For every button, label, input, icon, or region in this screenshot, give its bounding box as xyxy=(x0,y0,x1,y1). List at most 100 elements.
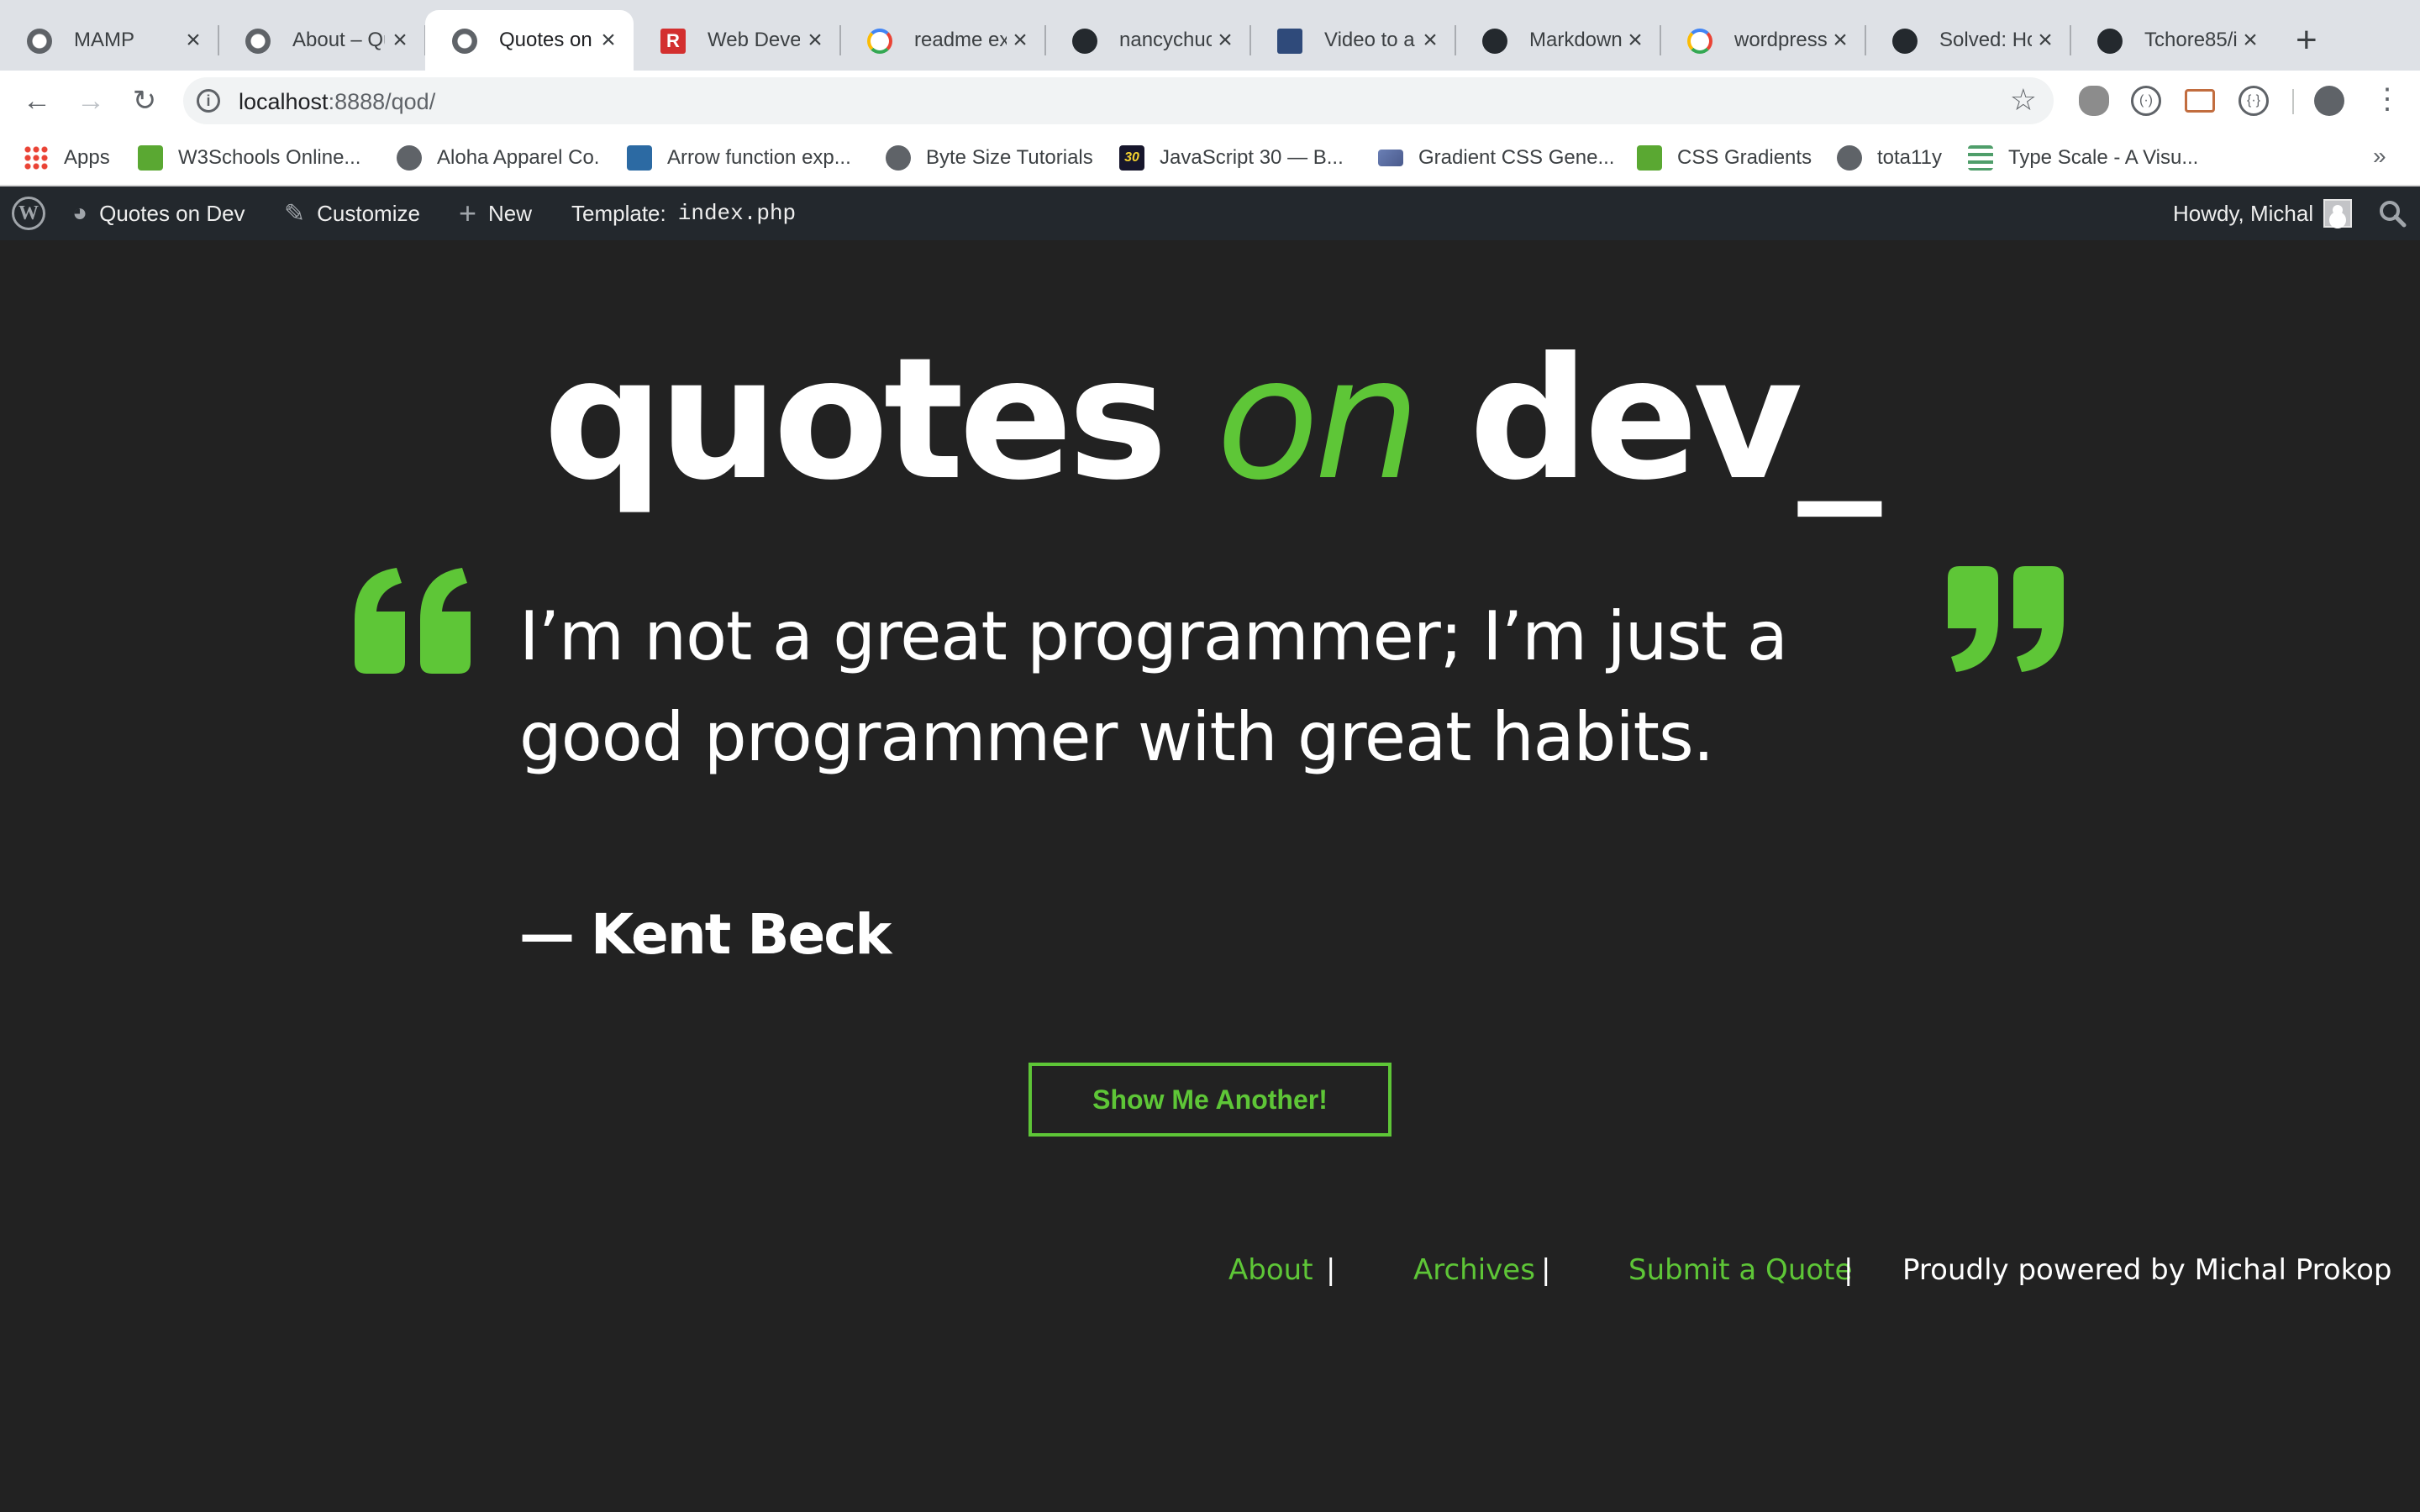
dashboard-icon: ◕ xyxy=(72,199,88,227)
close-icon[interactable]: × xyxy=(1417,27,1444,54)
globe-icon xyxy=(397,145,422,171)
tab-about[interactable]: About – Qu × xyxy=(218,10,426,71)
tab-quotes-on-dev[interactable]: Quotes on × xyxy=(425,10,634,71)
admin-template-info[interactable]: Template: index.php xyxy=(571,186,796,240)
close-icon[interactable]: × xyxy=(180,27,207,54)
footer-nav: About xyxy=(1228,1243,1313,1297)
close-icon[interactable]: × xyxy=(1007,27,1034,54)
admin-new[interactable]: + New xyxy=(459,186,532,240)
bookmark-w3schools[interactable]: W3Schools Online... xyxy=(138,143,360,173)
arrow-bird-icon xyxy=(627,145,652,171)
profile-avatar-icon[interactable] xyxy=(2314,86,2344,116)
tab-title: Quotes on xyxy=(499,29,592,51)
bookmark-arrow-function[interactable]: Arrow function exp... xyxy=(627,143,851,173)
admin-customize[interactable]: ✎ Customize xyxy=(284,186,420,240)
admin-search[interactable] xyxy=(2378,186,2407,240)
site-title[interactable]: quotes on dev_ xyxy=(0,328,2420,512)
plus-icon: + xyxy=(459,196,477,230)
bookmark-gradient-css[interactable]: Gradient CSS Gene... xyxy=(1378,143,1614,173)
browser-tab-strip: MAMP × About – Qu × Quotes on × R Web De… xyxy=(0,0,2420,71)
admin-my-account[interactable]: Howdy, Michal xyxy=(2173,186,2353,240)
footer-link-archives[interactable]: Archives xyxy=(1413,1253,1535,1287)
wp-admin-bar: W ◕ Quotes on Dev ✎ Customize + New Temp… xyxy=(0,186,2420,240)
bookmark-css-gradients[interactable]: CSS Gradients xyxy=(1637,143,1812,173)
globe-icon xyxy=(27,29,52,54)
close-icon[interactable]: × xyxy=(595,27,622,54)
bookmark-type-scale[interactable]: Type Scale - A Visu... xyxy=(1968,143,2198,173)
footer-separator-wrap: | xyxy=(1844,1243,1853,1297)
wp-logo-menu[interactable]: W xyxy=(12,186,45,240)
github-icon xyxy=(2097,29,2123,54)
footer-archives-wrap: Archives xyxy=(1413,1243,1535,1297)
bookmark-javascript30[interactable]: 30 JavaScript 30 — B... xyxy=(1119,143,1344,173)
close-icon[interactable]: × xyxy=(2032,27,2059,54)
braces-extension-icon[interactable]: {·} xyxy=(2238,86,2269,116)
bug-extension-icon[interactable] xyxy=(2079,86,2109,116)
code-extension-icon[interactable]: (·) xyxy=(2131,86,2161,116)
globe-icon xyxy=(452,29,477,54)
footer-submit-wrap: Submit a Quote xyxy=(1628,1243,1852,1297)
back-arrow-icon[interactable]: ← xyxy=(20,84,54,118)
template-filename: index.php xyxy=(677,201,797,226)
info-icon[interactable]: i xyxy=(197,89,220,113)
tab-wordpress[interactable]: wordpress × xyxy=(1660,10,1866,71)
more-menu-icon[interactable]: ⋮ xyxy=(2373,82,2402,116)
bookmark-byte-size[interactable]: Byte Size Tutorials xyxy=(886,143,1093,173)
w3schools-icon xyxy=(138,145,163,171)
close-icon[interactable]: × xyxy=(802,27,829,54)
address-bar[interactable]: i localhost:8888/qod/ ☆ xyxy=(183,77,2054,124)
footer-separator: | xyxy=(1541,1253,1551,1287)
footer-separator: | xyxy=(1844,1253,1854,1287)
bookmark-aloha-apparel[interactable]: Aloha Apparel Co. xyxy=(397,143,599,173)
github-icon xyxy=(1072,29,1097,54)
footer-separator-wrap: | xyxy=(1326,1243,1335,1297)
close-icon[interactable]: × xyxy=(2237,27,2264,54)
tab-solved[interactable]: Solved: Ho × xyxy=(1865,10,2071,71)
tab-title: Markdown xyxy=(1529,29,1622,51)
open-quote-icon xyxy=(355,568,471,674)
footer-link-about[interactable]: About xyxy=(1228,1253,1313,1287)
reload-icon[interactable]: ↻ xyxy=(128,84,161,118)
footer-link-submit-quote[interactable]: Submit a Quote xyxy=(1628,1253,1852,1287)
globe-icon xyxy=(1837,145,1862,171)
tab-tchore85[interactable]: Tchore85/i × xyxy=(2070,10,2275,71)
address-url[interactable]: localhost:8888/qod/ xyxy=(239,89,435,115)
tab-readme[interactable]: readme ex × xyxy=(840,10,1046,71)
tab-title: Tchore85/i xyxy=(2144,29,2237,51)
show-another-button[interactable]: Show Me Another! xyxy=(1028,1063,1392,1137)
github-icon xyxy=(1892,29,1918,54)
footer-credit-wrap: Proudly powered by Michal Prokop xyxy=(1902,1243,2392,1297)
close-icon[interactable]: × xyxy=(1827,27,1854,54)
tab-nancychuc[interactable]: nancychuc × xyxy=(1045,10,1251,71)
google-icon xyxy=(867,29,892,54)
tab-title: wordpress xyxy=(1734,29,1827,51)
footer-separator: | xyxy=(1326,1253,1336,1287)
close-quote-icon xyxy=(1948,566,2064,672)
js30-icon: 30 xyxy=(1119,145,1144,171)
bookmark-apps[interactable]: Apps xyxy=(24,143,110,173)
mail-extension-icon[interactable] xyxy=(2185,89,2215,113)
tab-markdown[interactable]: Markdown × xyxy=(1455,10,1661,71)
admin-site-name[interactable]: ◕ Quotes on Dev xyxy=(72,186,245,240)
close-icon[interactable]: × xyxy=(1212,27,1239,54)
close-icon[interactable]: × xyxy=(1622,27,1649,54)
footer-separator-wrap: | xyxy=(1541,1243,1550,1297)
apps-grid-icon xyxy=(24,145,49,171)
video-icon xyxy=(1277,29,1302,54)
google-icon xyxy=(1687,29,1712,54)
gradient-icon xyxy=(1378,150,1403,166)
tab-video[interactable]: Video to a × xyxy=(1250,10,1456,71)
bookmark-tota11y[interactable]: tota11y xyxy=(1837,143,1942,173)
tab-mamp[interactable]: MAMP × xyxy=(0,10,219,71)
globe-icon xyxy=(245,29,271,54)
quote-text: I’m not a great programmer; I’m just a g… xyxy=(519,597,1788,776)
tab-web-devel[interactable]: R Web Devel × xyxy=(634,10,841,71)
type-scale-icon xyxy=(1968,145,1993,171)
bookmarks-overflow-icon[interactable]: » xyxy=(2373,143,2386,170)
browser-toolbar: ← → ↻ i localhost:8888/qod/ ☆ (·) {·} ⋮ xyxy=(0,71,2420,131)
bookmarks-bar: Apps W3Schools Online... Aloha Apparel C… xyxy=(0,131,2420,186)
close-icon[interactable]: × xyxy=(387,27,413,54)
bookmark-star-icon[interactable]: ☆ xyxy=(2010,82,2037,118)
new-tab-plus-icon[interactable]: + xyxy=(2296,22,2317,59)
forward-arrow-icon[interactable]: → xyxy=(74,84,108,118)
